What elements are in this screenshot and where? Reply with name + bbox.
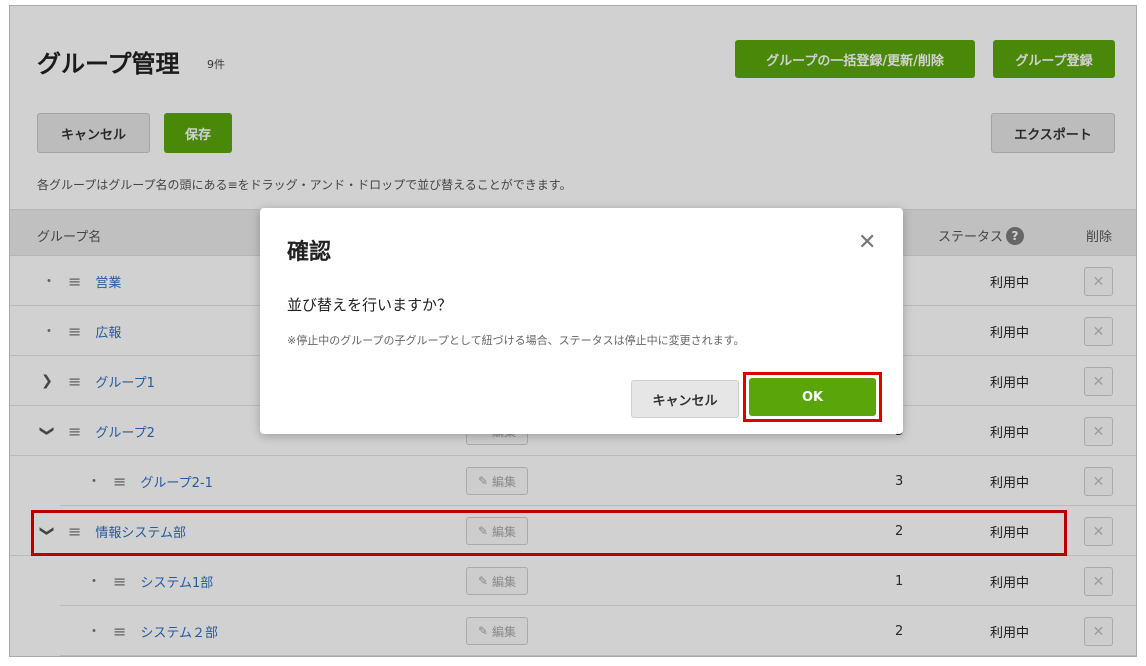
dialog-note: ※停止中のグループの子グループとして紐づける場合、ステータスは停止中に変更されま… (287, 334, 745, 347)
dialog-title: 確認 (287, 240, 332, 265)
dialog-question: 並び替えを行いますか？ (287, 296, 453, 314)
dialog-ok-button[interactable]: OK (749, 378, 876, 416)
confirm-dialog: 確認 ✕ 並び替えを行いますか？ ※停止中のグループの子グループとして紐づける場… (260, 208, 903, 434)
ok-highlight-box: OK (743, 372, 882, 422)
close-icon[interactable]: ✕ (858, 230, 876, 255)
dialog-cancel-button[interactable]: キャンセル (631, 380, 739, 418)
